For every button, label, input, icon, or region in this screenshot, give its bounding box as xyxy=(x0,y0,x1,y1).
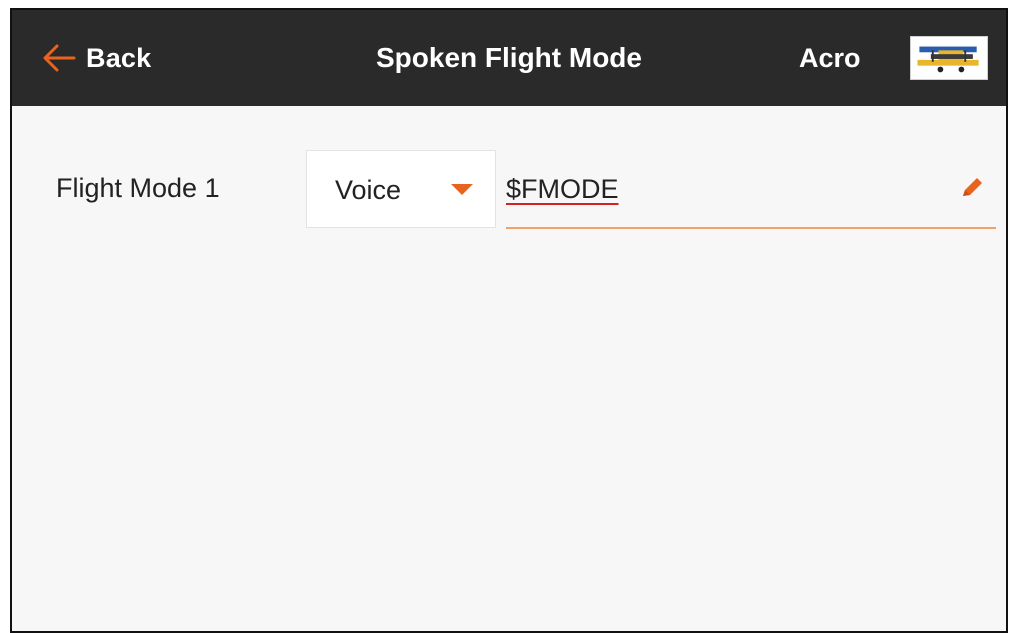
arrow-left-icon xyxy=(42,43,76,73)
airplane-icon xyxy=(911,37,987,79)
voice-text-field[interactable]: $FMODE xyxy=(506,150,996,230)
model-name: Acro xyxy=(799,43,861,73)
top-bar: Back Spoken Flight Mode Acro xyxy=(12,10,1006,106)
pencil-icon[interactable] xyxy=(958,174,986,202)
model-thumbnail[interactable] xyxy=(910,36,988,80)
flight-mode-label: Flight Mode 1 xyxy=(56,173,220,203)
back-button[interactable]: Back xyxy=(42,40,151,76)
text-field-value: $FMODE xyxy=(506,174,619,204)
voice-select[interactable]: Voice xyxy=(306,150,496,228)
field-underline xyxy=(506,227,996,229)
select-value: Voice xyxy=(335,175,402,205)
triangle-down-icon xyxy=(451,184,473,195)
back-label: Back xyxy=(86,42,152,73)
screen-frame: Back Spoken Flight Mode Acro Flight Mode… xyxy=(10,8,1008,633)
